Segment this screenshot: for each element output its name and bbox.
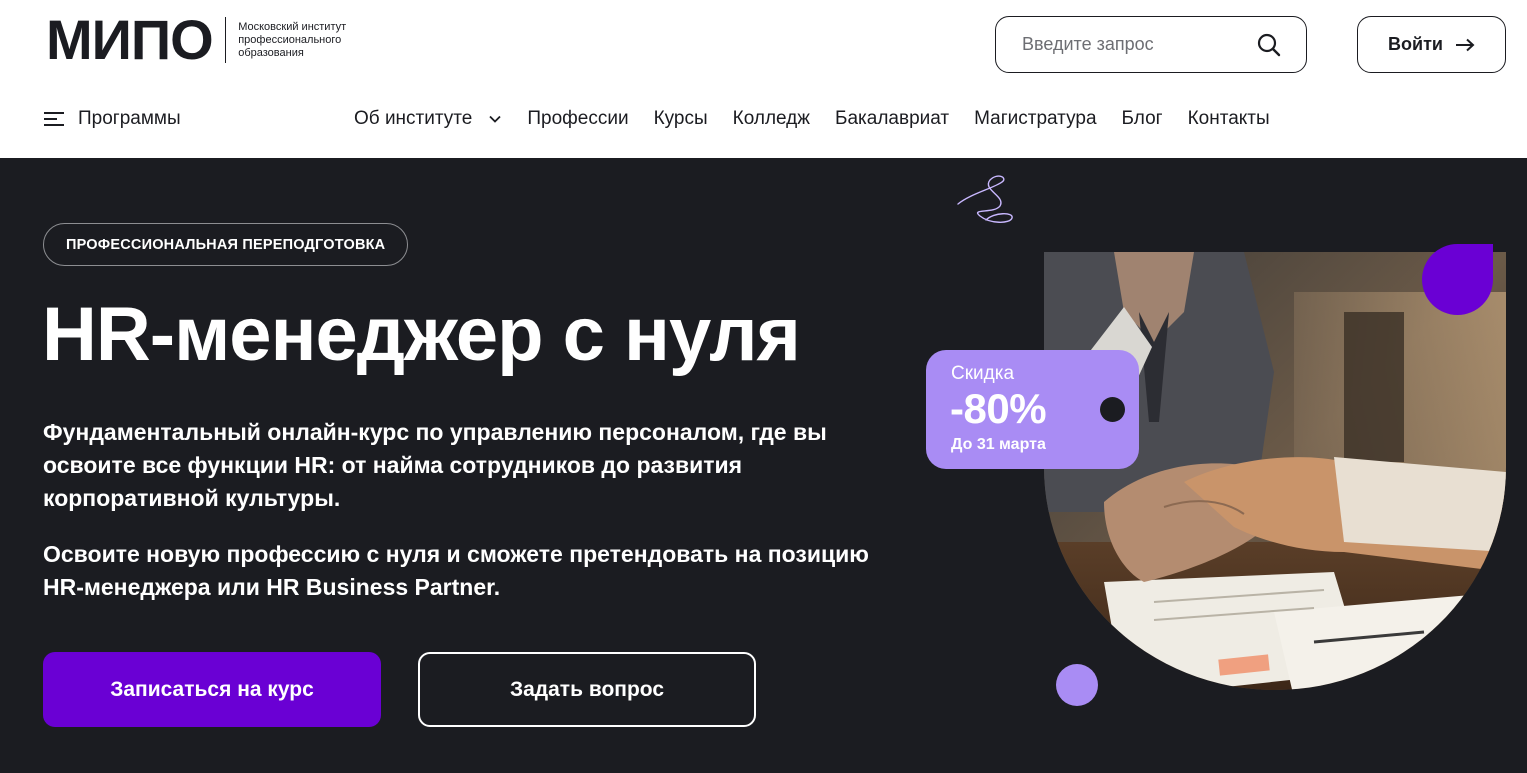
lilac-dot-decoration: [1056, 664, 1098, 706]
nav-link-label: Об институте: [354, 108, 473, 129]
search-input[interactable]: [1022, 34, 1256, 55]
site-header: МИПО Московский институт профессионально…: [0, 0, 1527, 158]
login-label: Войти: [1388, 34, 1443, 54]
main-nav: Программы Об институте Профессии Курсы К…: [0, 100, 1527, 144]
nav-link-professions[interactable]: Профессии: [527, 108, 628, 130]
enroll-button[interactable]: Записаться на курс: [43, 652, 381, 727]
squiggle-decoration: [957, 175, 1013, 223]
programs-menu-button[interactable]: Программы: [44, 108, 181, 130]
nav-link-bachelor[interactable]: Бакалавриат: [835, 108, 949, 130]
discount-value: -80%: [950, 385, 1047, 432]
logo-caption-line: профессионального: [238, 33, 342, 46]
logo-mark: МИПО: [46, 8, 214, 71]
nav-links: Об институте Профессии Курсы Колледж Бак…: [354, 108, 1295, 130]
logo-caption-line: образования: [238, 46, 304, 59]
logo-divider: [224, 17, 227, 63]
programs-label: Программы: [78, 108, 181, 129]
search-icon[interactable]: [1256, 32, 1282, 58]
ask-question-button[interactable]: Задать вопрос: [418, 652, 756, 727]
chevron-down-icon: [489, 115, 501, 123]
discount-label: Скидка: [951, 363, 1015, 384]
hero-section: ПРОФЕССИОНАЛЬНАЯ ПЕРЕПОДГОТОВКА HR-менед…: [0, 158, 1527, 773]
search-box[interactable]: [995, 16, 1307, 73]
nav-link-master[interactable]: Магистратура: [974, 108, 1096, 130]
handshake-photo: [1044, 252, 1506, 690]
page-title: HR-менеджер с нуля: [42, 292, 801, 377]
course-outcome: Освоите новую профессию с нуля и сможете…: [43, 541, 869, 600]
menu-icon: [44, 112, 64, 126]
program-type-badge: ПРОФЕССИОНАЛЬНАЯ ПЕРЕПОДГОТОВКА: [43, 223, 409, 266]
discount-deadline: До 31 марта: [951, 436, 1046, 453]
logo-caption-line: Московский институт: [238, 20, 347, 33]
logo-caption: Московский институт профессионального об…: [238, 21, 378, 60]
purple-blob-decoration: [1422, 244, 1493, 315]
nav-link-about[interactable]: Об институте: [354, 108, 502, 130]
arrow-right-icon: [1455, 38, 1475, 51]
nav-link-contacts[interactable]: Контакты: [1188, 108, 1270, 130]
nav-link-blog[interactable]: Блог: [1122, 108, 1163, 130]
nav-link-courses[interactable]: Курсы: [654, 108, 708, 130]
discount-tag: Скидка -80% До 31 марта: [926, 350, 1139, 469]
logo[interactable]: МИПО Московский институт профессионально…: [46, 8, 378, 71]
tag-hole: [1100, 397, 1125, 422]
nav-link-college[interactable]: Колледж: [733, 108, 810, 130]
course-description: Фундаментальный онлайн-курс по управлени…: [43, 419, 827, 511]
login-button[interactable]: Войти: [1357, 16, 1506, 73]
